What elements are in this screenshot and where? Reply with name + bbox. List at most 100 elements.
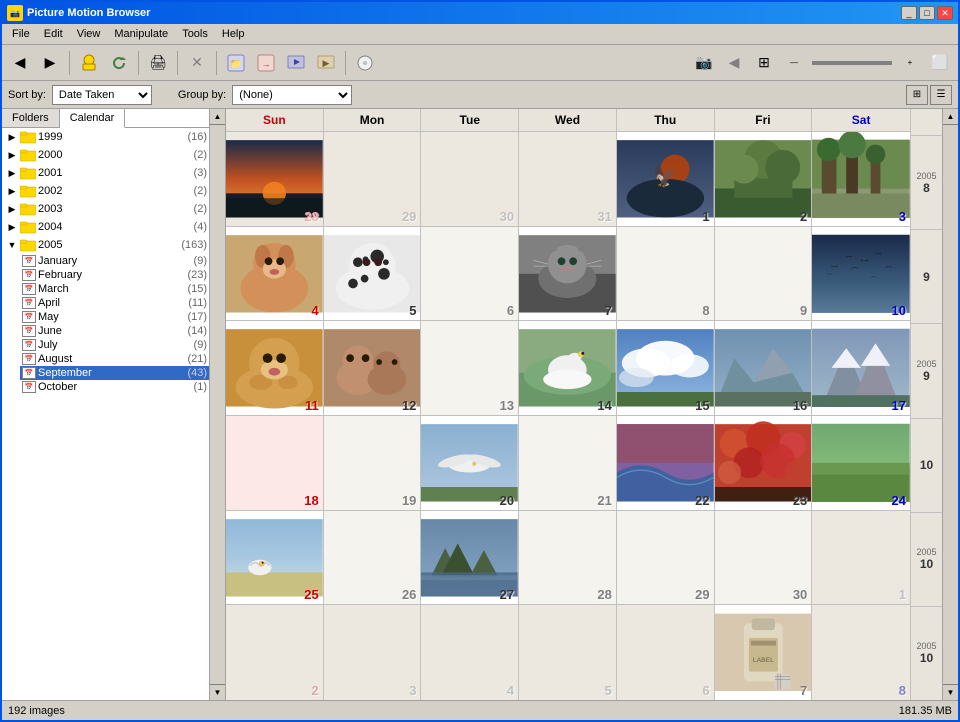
view-thumbnails-button[interactable]: ⊞ xyxy=(906,85,928,105)
expand-2004[interactable]: ▶ xyxy=(4,219,20,235)
cell-oct7[interactable]: LABEL 7 xyxy=(715,605,813,700)
fullscreen-button[interactable]: ⬜ xyxy=(926,49,954,77)
cell-aug28[interactable]: 28 xyxy=(226,132,324,226)
tree-item-january[interactable]: 📅 January (9) xyxy=(20,254,209,268)
cell-sep5[interactable]: 5 xyxy=(324,227,422,321)
cell-sep6[interactable]: 6 xyxy=(421,227,519,321)
menu-edit[interactable]: Edit xyxy=(38,26,69,42)
cell-sep15[interactable]: 15 xyxy=(617,321,715,415)
tree-item-july[interactable]: 📅 July (9) xyxy=(20,338,209,352)
expand-2000[interactable]: ▶ xyxy=(4,147,20,163)
tree-item-2005[interactable]: ▼ 2005 (163) xyxy=(2,236,209,254)
import-button[interactable]: 📁 xyxy=(222,49,250,77)
burn-button[interactable] xyxy=(351,49,379,77)
cell-sep26[interactable]: 26 xyxy=(324,511,422,605)
view-list-button[interactable]: ☰ xyxy=(930,85,952,105)
expand-2001[interactable]: ▶ xyxy=(4,165,20,181)
tree-item-1999[interactable]: ▶ 1999 (16) xyxy=(2,128,209,146)
expand-1999[interactable]: ▶ xyxy=(4,129,20,145)
slideshow-button[interactable] xyxy=(282,49,310,77)
delete-button[interactable]: ✕ xyxy=(183,49,211,77)
cell-oct6[interactable]: 6 xyxy=(617,605,715,700)
export-button[interactable]: → xyxy=(252,49,280,77)
cell-sep8[interactable]: 8 xyxy=(617,227,715,321)
cell-oct4[interactable]: 4 xyxy=(421,605,519,700)
tab-calendar[interactable]: Calendar xyxy=(60,109,126,128)
tree-item-2001[interactable]: ▶ 2001 (3) xyxy=(2,164,209,182)
cell-sep11[interactable]: 11 xyxy=(226,321,324,415)
tree-item-june[interactable]: 📅 June (14) xyxy=(20,324,209,338)
cell-oct2[interactable]: 2 xyxy=(226,605,324,700)
scroll-down-button[interactable]: ▼ xyxy=(210,684,225,700)
cell-oct3[interactable]: 3 xyxy=(324,605,422,700)
expand-2003[interactable]: ▶ xyxy=(4,201,20,217)
cell-sep30[interactable]: 30 xyxy=(715,511,813,605)
tree-item-april[interactable]: 📅 April (11) xyxy=(20,296,209,310)
tree-item-2003[interactable]: ▶ 2003 (2) xyxy=(2,200,209,218)
cell-sep25[interactable]: 25 xyxy=(226,511,324,605)
cell-sep21[interactable]: 21 xyxy=(519,416,617,510)
group-select[interactable]: (None) xyxy=(232,85,352,105)
tree-item-2004[interactable]: ▶ 2004 (4) xyxy=(2,218,209,236)
zoom-slider[interactable] xyxy=(812,61,892,65)
view-button[interactable]: ▶ xyxy=(312,49,340,77)
menu-view[interactable]: View xyxy=(71,26,107,42)
cell-sep9[interactable]: 9 xyxy=(715,227,813,321)
close-button[interactable]: ✕ xyxy=(937,6,953,20)
cell-aug31[interactable]: 31 xyxy=(519,132,617,226)
tree-item-may[interactable]: 📅 May (17) xyxy=(20,310,209,324)
cell-sep4[interactable]: 4 xyxy=(226,227,324,321)
cell-oct5[interactable]: 5 xyxy=(519,605,617,700)
tree-item-october[interactable]: 📅 October (1) xyxy=(20,380,209,394)
tab-folders[interactable]: Folders xyxy=(2,109,60,127)
sort-select[interactable]: Date Taken xyxy=(52,85,152,105)
cell-sep16[interactable]: 16 xyxy=(715,321,813,415)
cell-sep19[interactable]: 19 xyxy=(324,416,422,510)
grid-button[interactable]: ⊞ xyxy=(750,49,778,77)
back-button[interactable]: ◀ xyxy=(6,49,34,77)
prev-button[interactable]: ◀ xyxy=(720,49,748,77)
cell-sep20[interactable]: 20 xyxy=(421,416,519,510)
cell-sep10[interactable]: 𝄩 𝄩 𝄩 𝄩 ⌒ ⌒ ⌒ ⌒ 10 xyxy=(812,227,910,321)
forward-button[interactable]: ▶ xyxy=(36,49,64,77)
print-button[interactable]: 🖨 xyxy=(144,49,172,77)
cell-sep24[interactable]: 24 xyxy=(812,416,910,510)
refresh-button[interactable] xyxy=(105,49,133,77)
cell-sep13[interactable]: 13 xyxy=(421,321,519,415)
tree-item-2000[interactable]: ▶ 2000 (2) xyxy=(2,146,209,164)
menu-file[interactable]: File xyxy=(6,26,36,42)
cell-sep1[interactable]: 🦅 1 xyxy=(617,132,715,226)
expand-2002[interactable]: ▶ xyxy=(4,183,20,199)
cell-sep18[interactable]: 18 xyxy=(226,416,324,510)
tree-item-march[interactable]: 📅 March (15) xyxy=(20,282,209,296)
cell-aug30[interactable]: 30 xyxy=(421,132,519,226)
cell-sep14[interactable]: 14 xyxy=(519,321,617,415)
cell-sep12[interactable]: 12 xyxy=(324,321,422,415)
cell-aug29[interactable]: 29 xyxy=(324,132,422,226)
tree-item-september[interactable]: 📅 September (43) xyxy=(20,366,209,380)
cell-oct8[interactable]: 8 xyxy=(812,605,910,700)
cell-sep3[interactable]: 3 xyxy=(812,132,910,226)
menu-manipulate[interactable]: Manipulate xyxy=(108,26,174,42)
scroll-bottom-button[interactable]: ▼ xyxy=(943,684,958,700)
cell-sep2[interactable]: 2 xyxy=(715,132,813,226)
cell-sep27[interactable]: 27 xyxy=(421,511,519,605)
cell-sep7[interactable]: 7 xyxy=(519,227,617,321)
scroll-top-button[interactable]: ▲ xyxy=(943,109,958,125)
cell-sep22[interactable]: 22 xyxy=(617,416,715,510)
cell-sep17[interactable]: 17 xyxy=(812,321,910,415)
home-button[interactable] xyxy=(75,49,103,77)
menu-help[interactable]: Help xyxy=(216,26,251,42)
tree-item-august[interactable]: 📅 August (21) xyxy=(20,352,209,366)
menu-tools[interactable]: Tools xyxy=(176,26,214,42)
camera-button[interactable]: 📷 xyxy=(690,49,718,77)
tree-item-2002[interactable]: ▶ 2002 (2) xyxy=(2,182,209,200)
minimize-button[interactable]: _ xyxy=(901,6,917,20)
maximize-button[interactable]: □ xyxy=(919,6,935,20)
tree-item-february[interactable]: 📅 February (23) xyxy=(20,268,209,282)
cell-sep29[interactable]: 29 xyxy=(617,511,715,605)
expand-2005[interactable]: ▼ xyxy=(4,237,20,253)
cell-oct1[interactable]: 1 xyxy=(812,511,910,605)
cell-sep23[interactable]: 23 xyxy=(715,416,813,510)
cell-sep28[interactable]: 28 xyxy=(519,511,617,605)
